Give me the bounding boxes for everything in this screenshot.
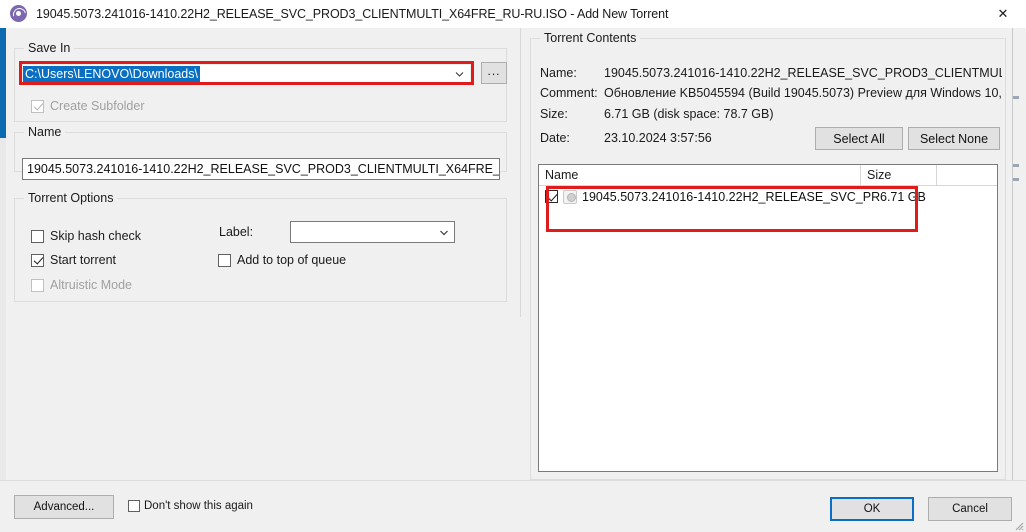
add-to-top-of-queue-checkbox[interactable]: Add to top of queue bbox=[218, 253, 346, 267]
utorrent-logo-icon bbox=[10, 5, 27, 22]
cancel-button[interactable]: Cancel bbox=[928, 497, 1012, 521]
scrollbar-tick bbox=[1013, 96, 1019, 99]
scrollbar-tick bbox=[1013, 164, 1019, 167]
contents-date-value: 23.10.2024 3:57:56 bbox=[604, 131, 712, 145]
name-group-title: Name bbox=[24, 125, 66, 139]
window-title: 19045.5073.241016-1410.22H2_RELEASE_SVC_… bbox=[36, 6, 669, 21]
contents-name-key: Name: bbox=[540, 66, 577, 80]
close-button[interactable]: ✕ bbox=[980, 0, 1026, 28]
scrollbar-tick bbox=[1013, 178, 1019, 181]
torrent-contents-group-title: Torrent Contents bbox=[540, 31, 641, 45]
column-header-filler bbox=[937, 165, 997, 186]
checkbox-icon bbox=[31, 99, 44, 113]
contents-date-key: Date: bbox=[540, 131, 570, 145]
background-window-scrollbar bbox=[1012, 28, 1020, 532]
altruistic-mode-checkbox: Altruistic Mode bbox=[31, 278, 132, 292]
resize-grip-icon[interactable] bbox=[1012, 518, 1024, 531]
altruistic-mode-label: Altruistic Mode bbox=[50, 278, 132, 292]
checkbox-icon bbox=[31, 229, 44, 243]
label-caption: Label: bbox=[219, 225, 254, 239]
checkbox-icon bbox=[31, 253, 44, 267]
torrent-name-input[interactable]: 19045.5073.241016-1410.22H2_RELEASE_SVC_… bbox=[22, 158, 500, 180]
dont-show-again-checkbox[interactable]: Don't show this again bbox=[128, 500, 253, 512]
select-all-button[interactable]: Select All bbox=[815, 127, 903, 150]
pane-divider bbox=[520, 28, 521, 317]
browse-folder-button[interactable]: ... bbox=[481, 62, 507, 84]
close-icon: ✕ bbox=[997, 6, 1009, 22]
advanced-button[interactable]: Advanced... bbox=[14, 495, 114, 519]
file-list-header: Name Size bbox=[539, 165, 997, 186]
create-subfolder-checkbox[interactable]: Create Subfolder bbox=[31, 99, 145, 113]
chevron-down-icon bbox=[439, 228, 448, 237]
contents-comment-value: Обновление KB5045594 (Build 19045.5073) … bbox=[604, 86, 1002, 100]
save-in-group-title: Save In bbox=[24, 41, 75, 55]
start-torrent-checkbox[interactable]: Start torrent bbox=[31, 253, 116, 267]
add-to-top-of-queue-label: Add to top of queue bbox=[237, 253, 347, 267]
skip-hash-check-label: Skip hash check bbox=[50, 229, 142, 243]
checkbox-icon bbox=[31, 278, 44, 292]
ok-button[interactable]: OK bbox=[830, 497, 914, 521]
create-subfolder-label: Create Subfolder bbox=[50, 99, 145, 113]
chevron-down-icon bbox=[455, 69, 464, 78]
skip-hash-check-checkbox[interactable]: Skip hash check bbox=[31, 229, 141, 243]
contents-name-value: 19045.5073.241016-1410.22H2_RELEASE_SVC_… bbox=[604, 66, 1002, 80]
torrent-options-group-title: Torrent Options bbox=[24, 191, 118, 205]
column-header-name[interactable]: Name bbox=[539, 165, 861, 186]
label-combobox[interactable] bbox=[290, 221, 455, 243]
contents-comment-key: Comment: bbox=[540, 86, 598, 100]
dont-show-again-label: Don't show this again bbox=[144, 500, 253, 512]
select-none-button[interactable]: Select None bbox=[908, 127, 1000, 150]
checkbox-icon bbox=[218, 253, 231, 267]
start-torrent-label: Start torrent bbox=[50, 253, 116, 267]
checkbox-icon bbox=[128, 500, 140, 512]
column-header-size[interactable]: Size bbox=[861, 165, 937, 186]
save-path-value: C:\Users\LENOVO\Downloads\ bbox=[23, 65, 200, 82]
contents-size-value: 6.71 GB (disk space: 78.7 GB) bbox=[604, 107, 774, 121]
file-row-highlight-annotation bbox=[546, 186, 918, 232]
title-bar: 19045.5073.241016-1410.22H2_RELEASE_SVC_… bbox=[0, 0, 1026, 28]
save-path-combobox[interactable]: C:\Users\LENOVO\Downloads\ bbox=[23, 65, 470, 82]
add-new-torrent-dialog: 19045.5073.241016-1410.22H2_RELEASE_SVC_… bbox=[0, 0, 1026, 532]
contents-size-key: Size: bbox=[540, 107, 568, 121]
